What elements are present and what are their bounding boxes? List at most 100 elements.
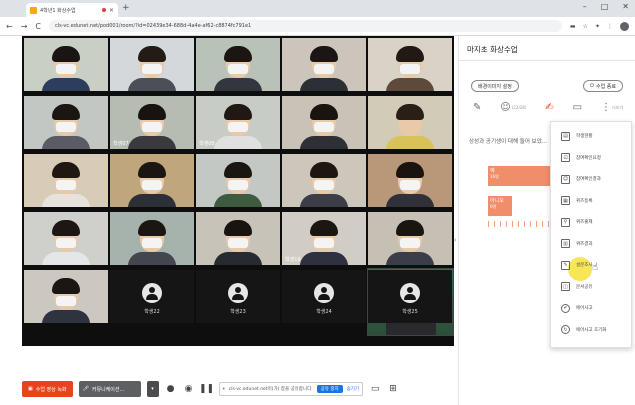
profile-avatar[interactable]: [620, 21, 629, 31]
student-video-tile[interactable]: 학생07: [110, 96, 194, 149]
favicon-icon: [30, 6, 37, 14]
maximize-button[interactable]: □: [601, 2, 609, 11]
more-label: 더보기: [611, 104, 623, 110]
student-mask: [400, 180, 420, 190]
camera-toggle-icon[interactable]: ◉: [183, 383, 195, 395]
student-video-tile[interactable]: 학생19: [282, 212, 366, 265]
student-hair: [396, 46, 424, 62]
menu-item-attendance-result[interactable]: ☺ 참여확인결과: [561, 173, 601, 185]
student-video-tile[interactable]: [282, 154, 366, 207]
avatar-body: [146, 294, 158, 300]
fullscreen-icon[interactable]: ▭: [369, 383, 381, 395]
back-button[interactable]: ←: [6, 22, 13, 31]
student-video-tile[interactable]: [24, 270, 108, 323]
minimize-button[interactable]: –: [583, 2, 587, 11]
background-image-button[interactable]: 배경이미지 설정: [471, 80, 519, 92]
student-video-tile[interactable]: [368, 212, 452, 265]
browser-tab[interactable]: 4학년1 화상수업 ✕: [26, 3, 118, 17]
student-hair: [52, 278, 80, 294]
student-video-tile[interactable]: [196, 154, 280, 207]
video-icon[interactable]: ▬: [570, 23, 576, 30]
edit-icon: ✍: [545, 102, 554, 113]
panel-toggle-icon[interactable]: ›: [454, 236, 457, 244]
student-avatar-tile[interactable]: 학생22: [110, 270, 194, 323]
avatar-head: [149, 287, 155, 293]
student-hair: [396, 162, 424, 178]
url-text: cls-vc.edunet.net/pod001/room/?id=02439e…: [55, 23, 252, 29]
student-body: [128, 252, 176, 265]
menu-item-quiz-register[interactable]: ▦ 퀴즈등록: [561, 195, 593, 207]
student-avatar-tile[interactable]: 학생23: [196, 270, 280, 323]
layout-icon[interactable]: ⊞: [387, 383, 399, 395]
student-video-tile[interactable]: [368, 38, 452, 91]
survey-bar: 예 16명: [488, 166, 554, 186]
menu-item-air-thinking[interactable]: ✔ 에어사고: [561, 302, 593, 314]
avatar-body: [404, 294, 416, 300]
mic-select[interactable]: 🎤︎ 커뮤니케이션...: [78, 381, 141, 397]
participant-count: (22/28): [511, 105, 527, 110]
menu-item-document-share[interactable]: ◫ 문서공유: [561, 281, 593, 293]
menu-dots-icon[interactable]: ⋮: [607, 23, 613, 30]
class-toolbar: ▣ 수업 영상 녹화 🎤︎ 커뮤니케이션... ▾ ● ◉ ❚❚ ⏸ cls-v…: [22, 376, 454, 402]
menu-item-survey[interactable]: ✎ 설문조사: [561, 259, 593, 271]
microphone-toggle-icon[interactable]: ●: [165, 383, 177, 395]
student-video-tile[interactable]: [110, 38, 194, 91]
close-window-button[interactable]: ✕: [622, 2, 629, 11]
student-video-tile[interactable]: [368, 154, 452, 207]
menu-item-quiz-result[interactable]: ▥ 퀴즈결과: [561, 238, 593, 250]
new-tab-button[interactable]: +: [122, 3, 130, 13]
student-video-tile[interactable]: [24, 212, 108, 265]
tab-activity[interactable]: ✍: [545, 102, 553, 113]
student-hair: [224, 104, 252, 120]
menu-item-attendance-request[interactable]: ⊡ 참여확인요청: [561, 152, 601, 164]
student-video-tile[interactable]: [110, 212, 194, 265]
reload-button[interactable]: C: [35, 22, 41, 31]
student-video-tile[interactable]: [196, 212, 280, 265]
menu-item-air-thinking-reset[interactable]: ↻ 에어사고 초기화: [561, 324, 606, 336]
url-field[interactable]: cls-vc.edunet.net/pod001/room/?id=02439e…: [49, 20, 562, 32]
student-mask: [142, 180, 162, 190]
student-video-tile[interactable]: [24, 38, 108, 91]
student-video-tile[interactable]: [196, 38, 280, 91]
student-mask: [228, 180, 248, 190]
student-mask: [56, 180, 76, 190]
student-body: [42, 310, 90, 323]
air-thinking-reset-icon: ↻: [561, 325, 570, 334]
student-mask: [228, 122, 248, 132]
record-label: 수업 영상 녹화: [35, 386, 67, 393]
student-mask: [56, 64, 76, 74]
menu-item-quiz-issue[interactable]: ⚲ 퀴즈출제: [561, 216, 593, 228]
student-hair: [138, 220, 166, 236]
record-button[interactable]: ▣ 수업 영상 녹화: [22, 381, 73, 397]
student-video-tile[interactable]: [24, 96, 108, 149]
tab-close-icon[interactable]: ✕: [109, 7, 114, 14]
student-video-tile[interactable]: 학생08: [196, 96, 280, 149]
student-video-tile[interactable]: [368, 96, 452, 149]
student-body: [42, 136, 90, 149]
end-class-button[interactable]: ⏻ 수업 종료: [583, 80, 623, 92]
student-body: [214, 78, 262, 91]
student-video-tile[interactable]: [24, 154, 108, 207]
student-video-tile[interactable]: [282, 96, 366, 149]
share-hide-button[interactable]: 숨기기: [347, 386, 359, 392]
forward-button[interactable]: →: [21, 22, 28, 31]
tab-more[interactable]: ⋮ 더보기: [601, 102, 623, 113]
extension-icon[interactable]: ✦: [595, 23, 600, 30]
avatar-body: [232, 294, 244, 300]
student-mask: [314, 64, 334, 74]
pause-icon[interactable]: ❚❚: [199, 383, 214, 395]
share-pause-icon: ⏸: [222, 387, 225, 392]
star-icon[interactable]: ☆: [583, 23, 588, 30]
share-stop-button[interactable]: 공유 중지: [316, 385, 343, 393]
tab-chat[interactable]: ✎: [473, 102, 481, 113]
tab-screen[interactable]: ▭: [573, 102, 582, 113]
mic-dropdown-button[interactable]: ▾: [146, 381, 159, 397]
menu-item-label: 참여확인요청: [576, 155, 601, 161]
student-video-tile[interactable]: [282, 38, 366, 91]
student-video-tile[interactable]: [110, 154, 194, 207]
student-avatar-tile[interactable]: 학생24: [282, 270, 366, 323]
student-mask: [400, 238, 420, 248]
menu-item-student-status[interactable]: ▤ 학생현황: [561, 130, 593, 142]
student-avatar-tile[interactable]: 학생25: [368, 270, 452, 323]
tab-participants[interactable]: ☺ (22/28): [500, 102, 526, 113]
